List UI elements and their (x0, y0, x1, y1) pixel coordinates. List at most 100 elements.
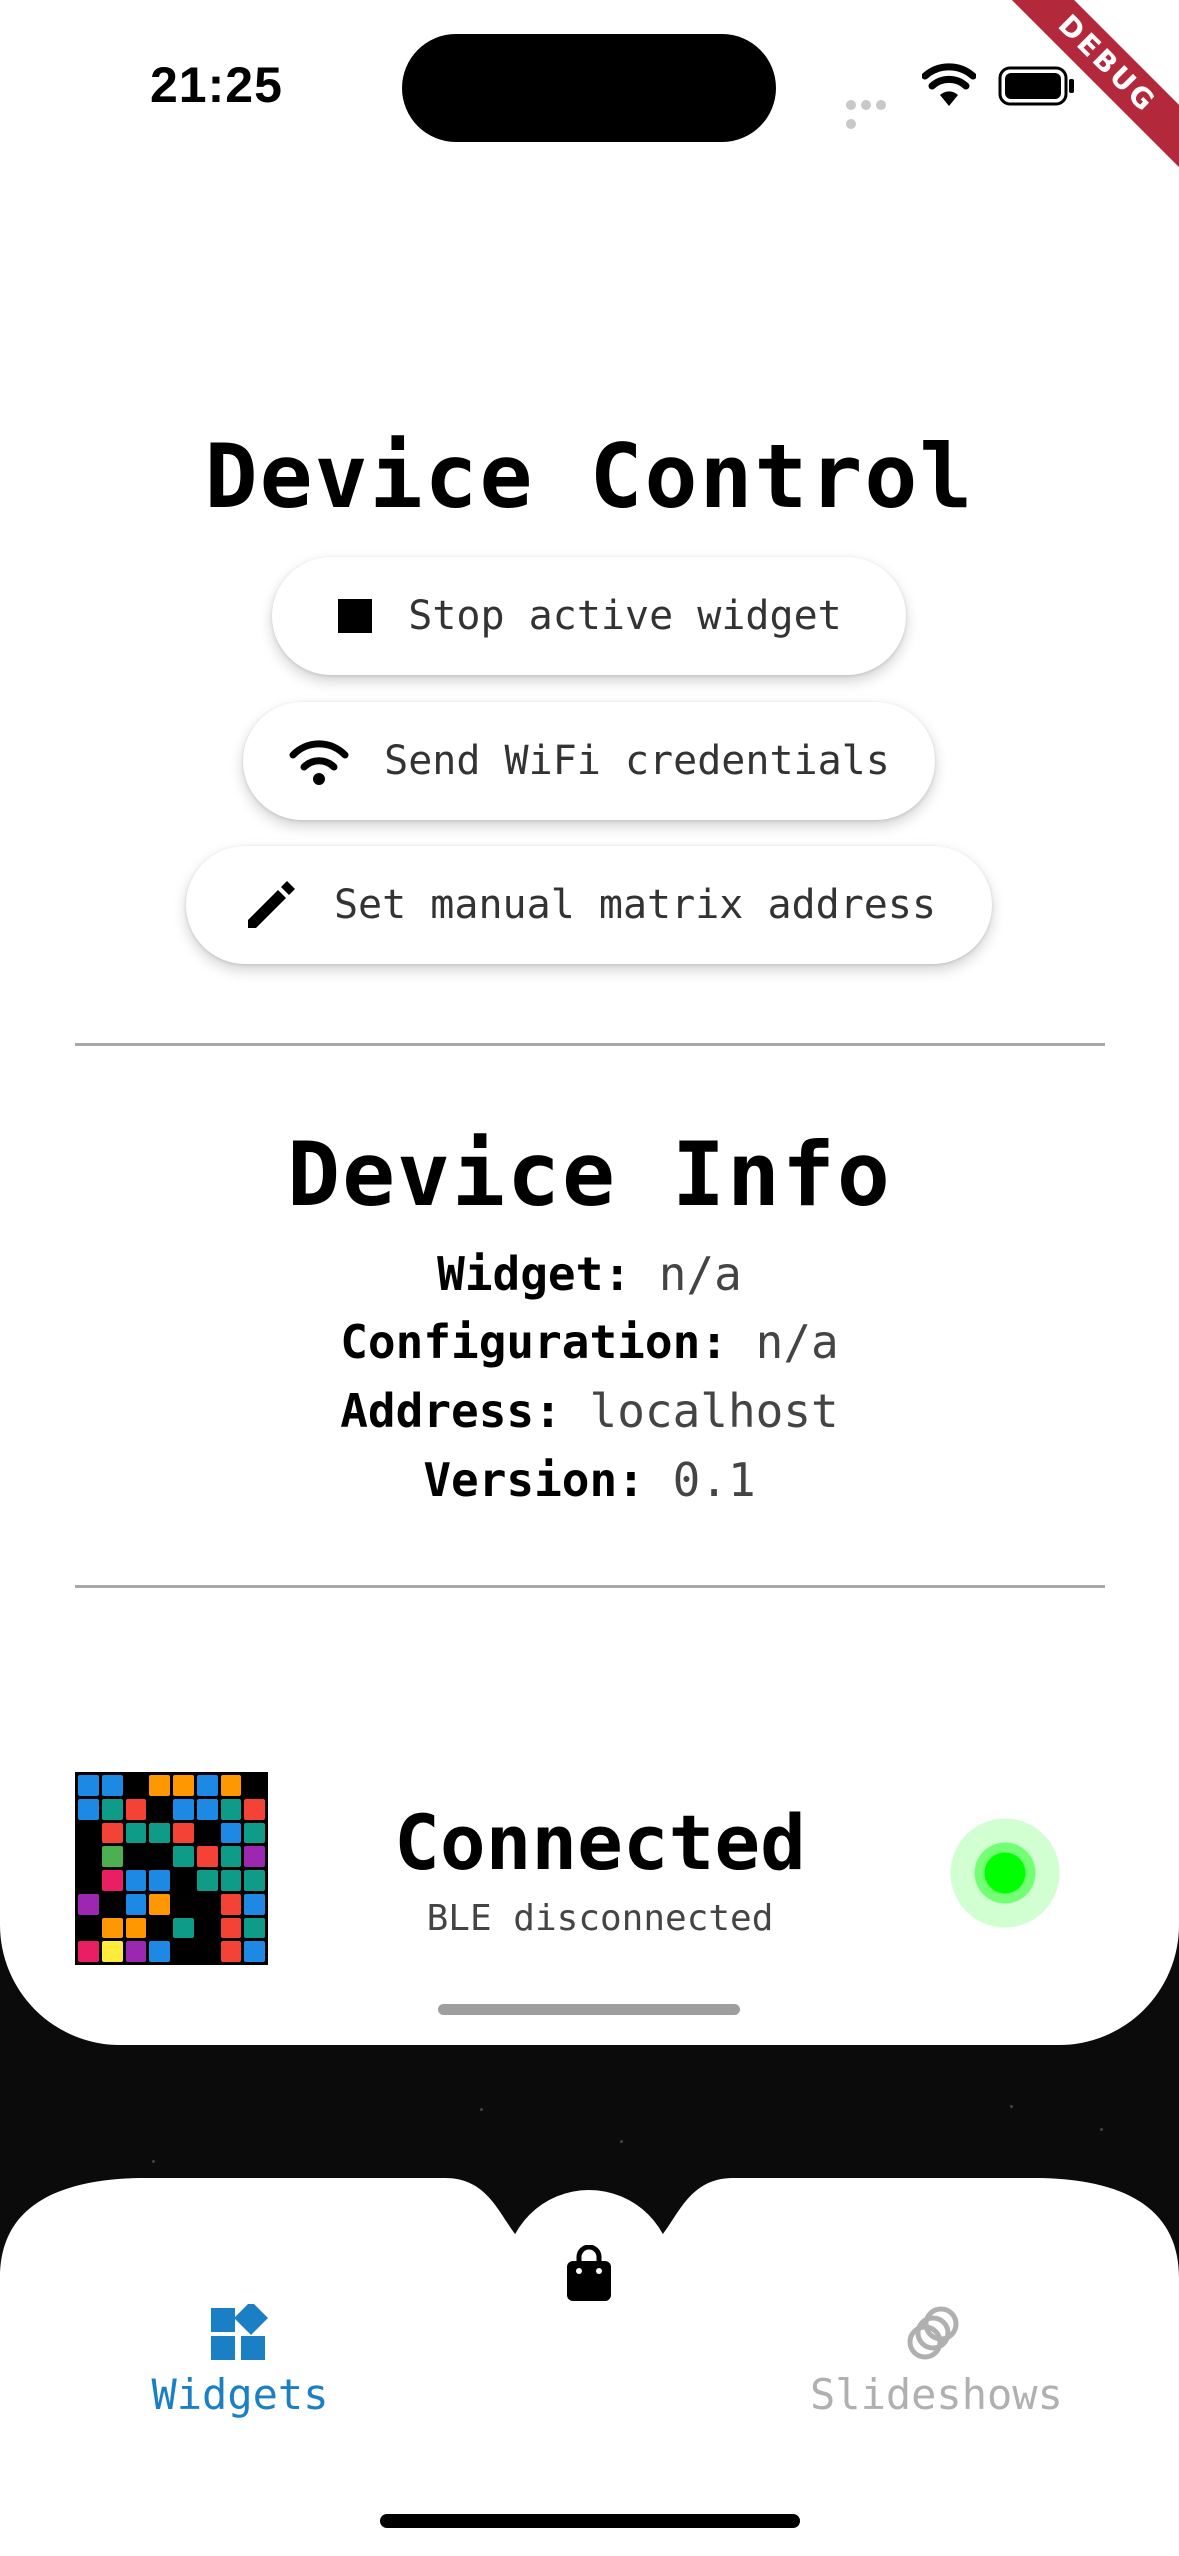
matrix-pixel (149, 1941, 170, 1962)
info-key: Configuration: (340, 1315, 728, 1369)
matrix-pixel (149, 1775, 170, 1796)
matrix-pixel (101, 1822, 123, 1844)
matrix-pixel (173, 1798, 194, 1820)
matrix-pixel (101, 1893, 123, 1915)
matrix-pixel (220, 1846, 242, 1867)
matrix-pixel (173, 1917, 194, 1939)
matrix-pixel (244, 1846, 265, 1867)
matrix-pixel (78, 1893, 99, 1915)
info-configuration: Configuration: n/a (0, 1315, 1179, 1369)
info-value: localhost (589, 1384, 839, 1438)
matrix-pixel (78, 1846, 99, 1867)
slideshows-icon (907, 2306, 959, 2360)
matrix-pixel (220, 1798, 242, 1820)
matrix-pixel (173, 1893, 194, 1915)
matrix-pixel (244, 1941, 265, 1962)
set-address-button[interactable]: Set manual matrix address (186, 846, 992, 964)
info-key: Widget: (437, 1247, 632, 1301)
divider-top (75, 1043, 1105, 1046)
matrix-pixel (125, 1775, 147, 1796)
matrix-pixel (244, 1775, 265, 1796)
connection-status: Connected (394, 1798, 806, 1887)
pencil-icon (247, 881, 295, 928)
matrix-pixel (220, 1870, 242, 1891)
matrix-pixel (125, 1893, 147, 1915)
matrix-pixel (78, 1870, 99, 1891)
matrix-pixel (220, 1893, 242, 1915)
matrix-pixel (125, 1822, 147, 1844)
matrix-pixel (244, 1870, 265, 1891)
matrix-pixel (196, 1870, 218, 1891)
matrix-pixel (196, 1941, 218, 1962)
info-value: n/a (658, 1247, 742, 1301)
matrix-pixel (78, 1798, 99, 1820)
stop-icon (338, 599, 373, 633)
matrix-pixel (149, 1798, 170, 1820)
nav-slideshows[interactable]: Slideshows (810, 2304, 1063, 2419)
matrix-pixel (101, 1798, 123, 1820)
matrix-pixel (173, 1846, 194, 1867)
info-address: Address: localhost (0, 1384, 1179, 1438)
send-wifi-button[interactable]: Send WiFi credentials (243, 702, 935, 820)
sheet-drag-handle[interactable] (438, 2004, 740, 2015)
send-wifi-label: Send WiFi credentials (384, 738, 890, 784)
matrix-pixel (125, 1941, 147, 1962)
matrix-pixel (244, 1917, 265, 1939)
matrix-pixel (125, 1870, 147, 1891)
info-version: Version: 0.1 (0, 1453, 1179, 1507)
matrix-pixel (220, 1917, 242, 1939)
matrix-pixel (125, 1917, 147, 1939)
matrix-pixel (101, 1846, 123, 1867)
matrix-pixel (101, 1775, 123, 1796)
device-info-title: Device Info (287, 1123, 892, 1226)
battery-icon (998, 66, 1074, 106)
info-widget: Widget: n/a (0, 1247, 1179, 1301)
matrix-pixel (244, 1893, 265, 1915)
matrix-pixel (101, 1870, 123, 1891)
matrix-pixel (149, 1893, 170, 1915)
matrix-pixel (78, 1775, 99, 1796)
info-key: Version: (423, 1453, 645, 1507)
matrix-preview (75, 1772, 268, 1965)
matrix-pixel (149, 1917, 170, 1939)
matrix-pixel (149, 1846, 170, 1867)
stop-widget-button[interactable]: Stop active widget (272, 557, 906, 675)
main-sheet: 21:25 DEBUG Device Control Stop active w… (0, 0, 1179, 2045)
dynamic-island (402, 34, 776, 142)
matrix-pixel (78, 1917, 99, 1939)
info-value: 0.1 (672, 1453, 756, 1507)
widgets-icon (211, 2304, 268, 2360)
matrix-pixel (196, 1846, 218, 1867)
matrix-pixel (78, 1941, 99, 1962)
matrix-pixel (149, 1822, 170, 1844)
matrix-pixel (173, 1870, 194, 1891)
divider-bottom (75, 1585, 1105, 1588)
wifi-status-icon (922, 63, 976, 106)
connection-indicator (950, 1818, 1060, 1928)
matrix-pixel (196, 1917, 218, 1939)
matrix-pixel (196, 1893, 218, 1915)
nav-widgets[interactable]: Widgets (130, 2304, 350, 2419)
stop-widget-label: Stop active widget (408, 593, 842, 639)
matrix-pixel (196, 1798, 218, 1820)
matrix-pixel (220, 1822, 242, 1844)
matrix-pixel (196, 1822, 218, 1844)
matrix-pixel (173, 1941, 194, 1962)
matrix-pixel (244, 1822, 265, 1844)
matrix-pixel (196, 1775, 218, 1796)
device-control-title: Device Control (204, 425, 975, 528)
matrix-pixel (220, 1941, 242, 1962)
wifi-icon (289, 740, 349, 785)
home-indicator[interactable] (380, 2514, 800, 2528)
info-key: Address: (340, 1384, 562, 1438)
ble-status: BLE disconnected (426, 1898, 774, 1939)
set-address-label: Set manual matrix address (333, 882, 937, 928)
store-button[interactable] (505, 2190, 673, 2358)
matrix-pixel (149, 1870, 170, 1891)
signal-dots-icon (846, 95, 904, 129)
matrix-pixel (244, 1798, 265, 1820)
matrix-pixel (173, 1822, 194, 1844)
matrix-pixel (173, 1775, 194, 1796)
matrix-pixel (220, 1775, 242, 1796)
nav-slideshows-label: Slideshows (810, 2370, 1063, 2419)
